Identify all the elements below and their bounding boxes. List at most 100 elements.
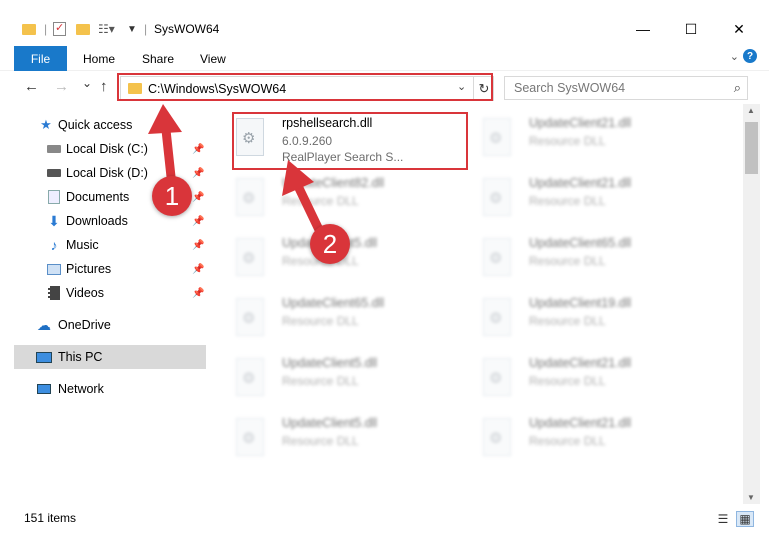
file-item[interactable]: UpdateClient21.dll Resource DLL (479, 352, 711, 406)
file-item[interactable]: UpdateClient5.dll Resource DLL (232, 352, 464, 406)
annotation-highlight-file (232, 112, 468, 170)
close-button[interactable]: ✕ (716, 14, 762, 44)
sidebar-item-label: Network (58, 382, 104, 396)
pin-icon: 📌 (192, 215, 205, 227)
file-name: UpdateClient21.dll (529, 176, 632, 190)
sidebar-item-label: Music (66, 238, 99, 252)
details-view-icon[interactable]: ☰ (714, 511, 732, 527)
window-title: SysWOW64 (154, 22, 220, 36)
customize-quick-access-icon[interactable]: ▼ (127, 19, 137, 39)
file-item[interactable]: UpdateClient65.dll Resource DLL (232, 292, 464, 346)
sidebar-item-network[interactable]: Network (0, 377, 206, 401)
sidebar-item-label: Videos (66, 286, 104, 300)
pin-icon: 📌 (192, 287, 205, 299)
sidebar-item-local-disk-c[interactable]: Local Disk (C:) 📌 (0, 137, 206, 161)
scroll-down-arrow-icon[interactable]: ▼ (747, 493, 755, 502)
annotation-badge-2: 2 (310, 224, 350, 264)
sidebar-item-pictures[interactable]: Pictures 📌 (0, 257, 206, 281)
file-description: Resource DLL (529, 314, 606, 328)
tiles-view-icon[interactable]: ▦ (736, 511, 754, 527)
file-description: Resource DLL (529, 254, 606, 268)
file-name: UpdateClient21.dll (529, 416, 632, 430)
search-input[interactable]: Search SysWOW64 ⌕ (504, 76, 748, 100)
maximize-button[interactable]: ☐ (668, 14, 714, 44)
chevron-down-icon[interactable]: ⌄ (730, 50, 739, 63)
sidebar-item-label: Pictures (66, 262, 112, 276)
download-icon: ⬇ (48, 212, 60, 229)
sidebar-item-quick-access[interactable]: ★ Quick access (0, 113, 206, 137)
annotation-badge-1: 1 (152, 176, 192, 216)
sidebar-item-label: OneDrive (58, 318, 111, 332)
dll-file-icon (236, 358, 264, 396)
navigation-pane: ★ Quick access Local Disk (C:) 📌 Local D… (0, 108, 215, 503)
scrollbar-thumb[interactable] (745, 122, 758, 174)
file-name: UpdateClient5.dll (282, 416, 378, 430)
sidebar-item-this-pc[interactable]: This PC (14, 345, 206, 369)
drive-icon (46, 141, 62, 157)
file-name: UpdateClient5.dll (282, 356, 378, 370)
file-item[interactable]: UpdateClient19.dll Resource DLL (479, 292, 711, 346)
dll-file-icon (483, 358, 511, 396)
file-description: Resource DLL (529, 434, 606, 448)
tab-home[interactable]: Home (83, 46, 115, 71)
search-icon[interactable]: ⌕ (734, 80, 741, 96)
sidebar-item-label: Local Disk (D:) (66, 166, 148, 180)
network-icon (36, 381, 52, 397)
status-bar: 151 items ☰ ▦ (0, 504, 769, 536)
separator: | (44, 22, 48, 36)
search-placeholder: Search SysWOW64 (514, 81, 626, 95)
sidebar-item-label: Documents (66, 190, 130, 204)
file-item[interactable]: UpdateClient21.dll Resource DLL (479, 172, 711, 226)
back-button[interactable]: ← (24, 78, 39, 95)
pictures-icon (46, 261, 62, 277)
properties-icon[interactable]: ✓ (53, 19, 66, 39)
help-button[interactable]: ? (743, 49, 757, 63)
file-name: UpdateClient65.dll (529, 236, 632, 250)
item-count: 151 items (24, 511, 77, 525)
file-item[interactable]: UpdateClient21.dll Resource DLL (479, 412, 711, 466)
dll-file-icon (236, 418, 264, 456)
file-name: UpdateClient19.dll (529, 296, 632, 310)
videos-icon (46, 285, 62, 301)
tab-share[interactable]: Share (142, 46, 174, 71)
file-item[interactable]: UpdateClient82.dll Resource DLL (232, 172, 464, 226)
tab-file[interactable]: File (14, 46, 67, 71)
file-description: Resource DLL (282, 314, 359, 328)
dll-file-icon (483, 418, 511, 456)
dll-file-icon (236, 178, 264, 216)
dll-file-icon (236, 238, 264, 276)
file-item[interactable]: UpdateClient21.dll Resource DLL (479, 112, 711, 166)
forward-button[interactable]: → (54, 78, 69, 95)
navigation-bar: ← → ⌄ ↑ C:\Windows\SysWOW64 ⌄ ↻ Search S… (0, 71, 769, 104)
pin-icon: 📌 (192, 263, 205, 275)
file-item[interactable]: UpdateClient65.dll Resource DLL (479, 232, 711, 286)
recent-locations-button[interactable]: ⌄ (82, 76, 92, 90)
ribbon: File Home Share View ⌄ ? (0, 44, 769, 71)
dll-file-icon (236, 298, 264, 336)
file-name: UpdateClient21.dll (529, 116, 632, 130)
pin-icon: 📌 (192, 239, 205, 251)
minimize-button[interactable]: — (620, 14, 666, 44)
file-description: Resource DLL (282, 374, 359, 388)
sidebar-item-label: Downloads (66, 214, 128, 228)
folder-icon (22, 19, 36, 39)
file-description: Resource DLL (529, 374, 606, 388)
separator: | (144, 22, 148, 36)
sidebar-item-videos[interactable]: Videos 📌 (0, 281, 206, 305)
dll-file-icon (483, 118, 511, 156)
new-folder-icon[interactable] (76, 19, 90, 39)
scroll-up-arrow-icon[interactable]: ▲ (747, 106, 755, 115)
up-button[interactable]: ↑ (100, 78, 108, 95)
pin-icon: 📌 (192, 143, 205, 155)
file-item[interactable]: UpdateClient5.dll Resource DLL (232, 412, 464, 466)
sidebar-item-onedrive[interactable]: ☁ OneDrive (0, 313, 206, 337)
tab-view[interactable]: View (200, 46, 226, 71)
vertical-scrollbar[interactable]: ▲ ▼ (743, 104, 760, 504)
rename-icon[interactable]: ☷▾ (98, 19, 115, 39)
file-description: Resource DLL (529, 134, 606, 148)
sidebar-item-label: Local Disk (C:) (66, 142, 148, 156)
sidebar-item-music[interactable]: ♪ Music 📌 (0, 233, 206, 257)
dll-file-icon (483, 298, 511, 336)
sidebar-item-label: Quick access (58, 118, 133, 132)
pin-icon: 📌 (192, 191, 205, 203)
